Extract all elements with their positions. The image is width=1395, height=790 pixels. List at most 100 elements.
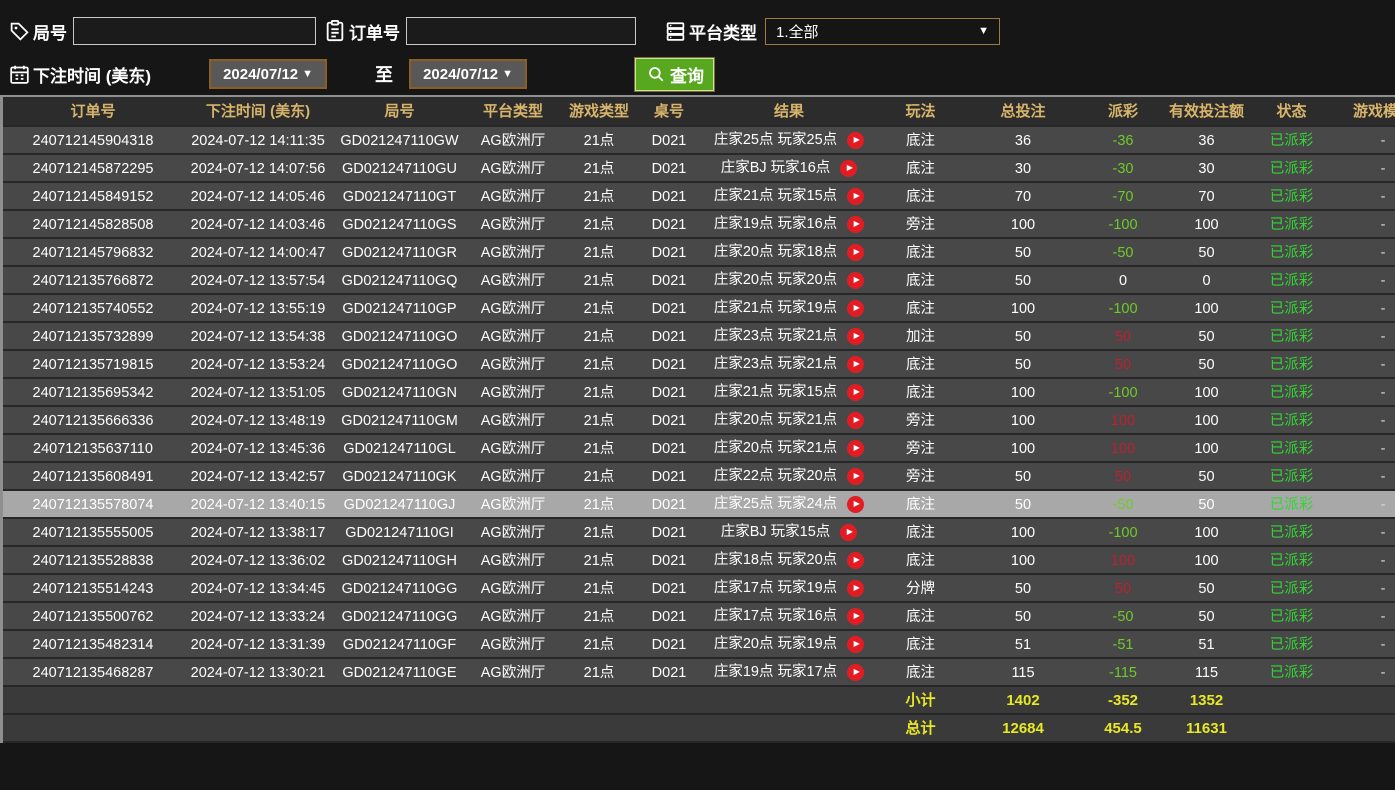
cell-game-no: GD021247110GQ <box>333 267 466 295</box>
cell-bet-time: 2024-07-12 14:05:46 <box>183 183 333 211</box>
cell-platform: AG欧洲厅 <box>466 295 560 323</box>
date-range-separator: 至 <box>375 61 393 87</box>
cell-order-no: 240712135666336 <box>3 407 183 435</box>
cell-bet-total: 50 <box>963 463 1083 491</box>
cell-bet-time: 2024-07-12 13:53:24 <box>183 351 333 379</box>
cell-result: 庄家20点 玩家18点 ▶ <box>700 239 878 267</box>
play-icon[interactable]: ▶ <box>847 356 864 373</box>
result-text: 庄家17点 玩家16点 <box>714 603 837 630</box>
table-row[interactable]: 240712135468287 2024-07-12 13:30:21 GD02… <box>3 659 1395 687</box>
cell-game-no: GD021247110GG <box>333 603 466 631</box>
cell-order-no: 240712135528838 <box>3 547 183 575</box>
play-icon[interactable]: ▶ <box>840 160 857 177</box>
play-icon[interactable]: ▶ <box>847 440 864 457</box>
date-to-value: 2024/07/12 <box>423 66 498 83</box>
cell-valid-bet: 50 <box>1163 575 1250 603</box>
table-row[interactable]: 240712145904318 2024-07-12 14:11:35 GD02… <box>3 127 1395 155</box>
subtotal-valid: 1352 <box>1163 687 1250 715</box>
result-text: 庄家20点 玩家19点 <box>714 631 837 658</box>
cell-status: 已派彩 <box>1250 379 1333 407</box>
table-row[interactable]: 240712135528838 2024-07-12 13:36:02 GD02… <box>3 547 1395 575</box>
play-icon[interactable]: ▶ <box>847 244 864 261</box>
cell-valid-bet: 30 <box>1163 155 1250 183</box>
cell-game-type: 21点 <box>560 267 638 295</box>
cell-platform: AG欧洲厅 <box>466 519 560 547</box>
cell-bet-total: 115 <box>963 659 1083 687</box>
play-icon[interactable]: ▶ <box>847 608 864 625</box>
cell-game-type: 21点 <box>560 407 638 435</box>
cell-game-no: GD021247110GO <box>333 351 466 379</box>
table-row[interactable]: 240712135578074 2024-07-12 13:40:15 GD02… <box>3 491 1395 519</box>
cell-table-no: D021 <box>638 575 700 603</box>
cell-order-no: 240712135500762 <box>3 603 183 631</box>
table-row[interactable]: 240712135666336 2024-07-12 13:48:19 GD02… <box>3 407 1395 435</box>
cell-order-no: 240712145849152 <box>3 183 183 211</box>
cell-method: 旁注 <box>878 463 963 491</box>
cell-platform: AG欧洲厅 <box>466 323 560 351</box>
result-text: 庄家23点 玩家21点 <box>714 323 837 350</box>
play-icon[interactable]: ▶ <box>847 496 864 513</box>
cell-status: 已派彩 <box>1250 463 1333 491</box>
cell-game-type: 21点 <box>560 603 638 631</box>
cell-game-type: 21点 <box>560 547 638 575</box>
order-no-input[interactable] <box>406 17 636 45</box>
table-row[interactable]: 240712135740552 2024-07-12 13:55:19 GD02… <box>3 295 1395 323</box>
cell-platform: AG欧洲厅 <box>466 239 560 267</box>
play-icon[interactable]: ▶ <box>847 188 864 205</box>
cell-result: 庄家20点 玩家21点 ▶ <box>700 407 878 435</box>
cell-game-type: 21点 <box>560 379 638 407</box>
table-row[interactable]: 240712135637110 2024-07-12 13:45:36 GD02… <box>3 435 1395 463</box>
play-icon[interactable]: ▶ <box>847 412 864 429</box>
table-row[interactable]: 240712135500762 2024-07-12 13:33:24 GD02… <box>3 603 1395 631</box>
platform-type-select[interactable]: 1.全部 ▼ <box>765 18 1000 45</box>
table-row[interactable]: 240712145796832 2024-07-12 14:00:47 GD02… <box>3 239 1395 267</box>
table-row[interactable]: 240712135555005 2024-07-12 13:38:17 GD02… <box>3 519 1395 547</box>
date-to-select[interactable]: 2024/07/12 ▼ <box>409 59 527 89</box>
date-from-select[interactable]: 2024/07/12 ▼ <box>209 59 327 89</box>
play-icon[interactable]: ▶ <box>847 132 864 149</box>
play-icon[interactable]: ▶ <box>847 468 864 485</box>
play-icon[interactable]: ▶ <box>847 580 864 597</box>
table-row[interactable]: 240712135766872 2024-07-12 13:57:54 GD02… <box>3 267 1395 295</box>
table-row[interactable]: 240712135695342 2024-07-12 13:51:05 GD02… <box>3 379 1395 407</box>
cell-valid-bet: 50 <box>1163 239 1250 267</box>
play-icon[interactable]: ▶ <box>847 272 864 289</box>
cell-method: 底注 <box>878 603 963 631</box>
col-table-no: 桌号 <box>638 97 700 127</box>
cell-bet-total: 50 <box>963 239 1083 267</box>
cell-game-mode: - <box>1333 183 1395 211</box>
play-icon[interactable]: ▶ <box>847 384 864 401</box>
play-icon[interactable]: ▶ <box>847 664 864 681</box>
table-row[interactable]: 240712145872295 2024-07-12 14:07:56 GD02… <box>3 155 1395 183</box>
table-body: 240712145904318 2024-07-12 14:11:35 GD02… <box>3 127 1395 687</box>
play-icon[interactable]: ▶ <box>847 328 864 345</box>
table-row[interactable]: 240712145849152 2024-07-12 14:05:46 GD02… <box>3 183 1395 211</box>
cell-result: 庄家21点 玩家15点 ▶ <box>700 379 878 407</box>
cell-order-no: 240712145904318 <box>3 127 183 155</box>
chevron-down-icon: ▼ <box>302 68 313 80</box>
tag-icon <box>8 20 30 42</box>
play-icon[interactable]: ▶ <box>847 216 864 233</box>
cell-game-mode: - <box>1333 295 1395 323</box>
order-no-label: 订单号 <box>349 19 400 44</box>
query-button[interactable]: 查询 <box>635 58 714 91</box>
game-no-input[interactable] <box>73 17 316 45</box>
cell-method: 底注 <box>878 519 963 547</box>
table-row[interactable]: 240712135514243 2024-07-12 13:34:45 GD02… <box>3 575 1395 603</box>
table-row[interactable]: 240712135732899 2024-07-12 13:54:38 GD02… <box>3 323 1395 351</box>
play-icon[interactable]: ▶ <box>847 552 864 569</box>
cell-game-mode: - <box>1333 519 1395 547</box>
play-icon[interactable]: ▶ <box>847 300 864 317</box>
cell-result: 庄家18点 玩家20点 ▶ <box>700 547 878 575</box>
total-row: 总计 12684 454.5 11631 <box>3 715 1395 743</box>
table-row[interactable]: 240712145828508 2024-07-12 14:03:46 GD02… <box>3 211 1395 239</box>
cell-platform: AG欧洲厅 <box>466 407 560 435</box>
table-row[interactable]: 240712135608491 2024-07-12 13:42:57 GD02… <box>3 463 1395 491</box>
cell-order-no: 240712135578074 <box>3 491 183 519</box>
table-row[interactable]: 240712135482314 2024-07-12 13:31:39 GD02… <box>3 631 1395 659</box>
play-icon[interactable]: ▶ <box>847 636 864 653</box>
table-row[interactable]: 240712135719815 2024-07-12 13:53:24 GD02… <box>3 351 1395 379</box>
cell-platform: AG欧洲厅 <box>466 351 560 379</box>
play-icon[interactable]: ▶ <box>840 524 857 541</box>
cell-game-no: GD021247110GK <box>333 463 466 491</box>
